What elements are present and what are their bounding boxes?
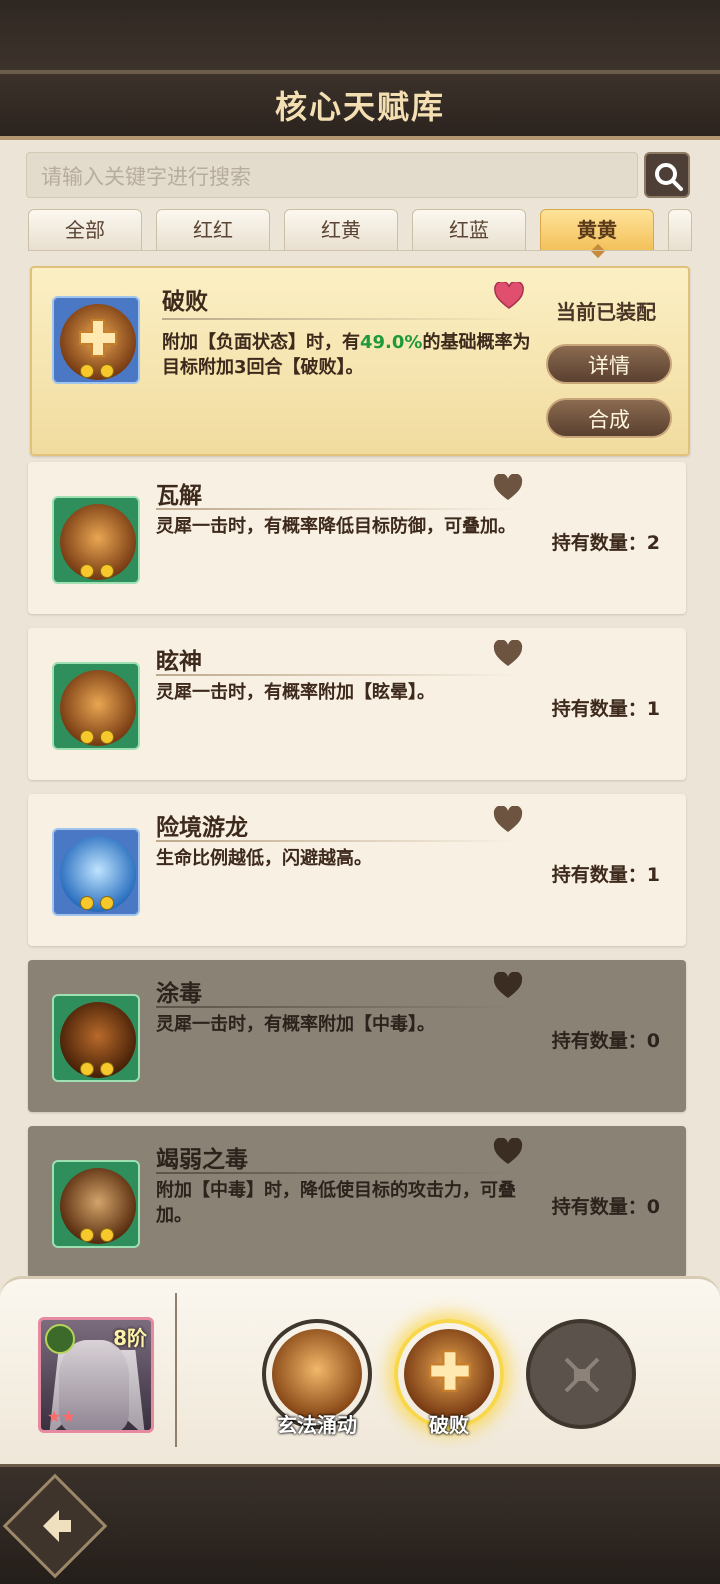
search-button[interactable] <box>644 152 690 198</box>
talent-name: 险境游龙 <box>156 815 248 841</box>
hero-portrait[interactable]: 8阶 ★★ <box>38 1317 154 1433</box>
owned-count: 持有数量：2 <box>551 532 660 554</box>
name-underline <box>156 1172 516 1174</box>
page-title: 核心天赋库 <box>274 88 445 126</box>
talent-description: 生命比例越低，闪避越高。 <box>156 848 372 869</box>
heart-icon[interactable] <box>493 474 523 502</box>
title-underline <box>0 136 720 140</box>
talent-description: 灵犀一击时，有概率降低目标防御，可叠加。 <box>156 516 516 537</box>
name-underline <box>156 1006 516 1008</box>
talent-name: 眩神 <box>156 649 202 675</box>
talent-icon-xuanshen <box>52 662 140 750</box>
combine-button[interactable]: 合成 <box>546 398 672 438</box>
tab-red-red[interactable]: 红红 <box>156 209 270 251</box>
talent-card-selected[interactable]: 破败 附加【负面状态】时，有49.0%的基础概率为目标附加3回合【破败】。 当前… <box>30 266 690 456</box>
heart-icon[interactable] <box>493 806 523 834</box>
top-header: 核心天赋库 <box>0 0 720 140</box>
owned-count: 持有数量：1 <box>551 864 660 886</box>
slot-label: 玄法涌动 <box>277 1413 357 1437</box>
talent-description: 附加【负面状态】时，有49.0%的基础概率为目标附加3回合【破败】。 <box>162 330 532 380</box>
talent-name: 涂毒 <box>156 981 202 1007</box>
heart-icon[interactable] <box>493 1138 523 1166</box>
equip-panel: 8阶 ★★ 玄法涌动 破败 <box>0 1276 720 1464</box>
tab-all[interactable]: 全部 <box>28 209 142 251</box>
cross-icon <box>79 319 117 357</box>
talent-icon-wajie <box>52 496 140 584</box>
search-icon <box>655 163 683 191</box>
detail-button[interactable]: 详情 <box>546 344 672 384</box>
talent-name: 竭弱之毒 <box>156 1147 248 1173</box>
name-underline <box>162 318 522 320</box>
talent-description: 灵犀一击时，有概率附加【中毒】。 <box>156 1014 435 1035</box>
talent-description: 灵犀一击时，有概率附加【眩晕】。 <box>156 682 435 703</box>
back-arrow-icon <box>43 1510 71 1542</box>
tabs-divider <box>28 250 692 251</box>
desc-part-1: 附加【负面状态】时，有 <box>162 332 360 353</box>
talent-name: 破败 <box>162 289 208 315</box>
talent-slot-3-locked[interactable] <box>526 1319 636 1429</box>
hero-stars: ★★ <box>47 1407 76 1426</box>
talent-description: 附加【中毒】时，降低使目标的攻击力，可叠加。 <box>156 1180 516 1226</box>
talent-card[interactable]: 瓦解 灵犀一击时，有概率降低目标防御，可叠加。 持有数量：2 <box>28 462 686 614</box>
hero-rank: 8阶 <box>113 1326 147 1350</box>
talent-icon-xianjing <box>52 828 140 916</box>
owned-count: 持有数量：0 <box>551 1030 660 1052</box>
owned-count: 持有数量：1 <box>551 698 660 720</box>
equipped-status: 当前已装配 <box>556 300 656 324</box>
bottom-bar <box>0 1464 720 1584</box>
slot-label: 破败 <box>429 1413 469 1437</box>
talent-card[interactable]: 眩神 灵犀一击时，有概率附加【眩晕】。 持有数量：1 <box>28 628 686 780</box>
talent-name: 瓦解 <box>156 483 202 509</box>
eye-icon <box>45 1324 75 1354</box>
owned-count: 持有数量：0 <box>551 1196 660 1218</box>
cross-icon <box>429 1350 471 1392</box>
talent-icon-jieruo <box>52 1160 140 1248</box>
talent-icon-tudu <box>52 994 140 1082</box>
search-input[interactable]: 请输入关键字进行搜索 <box>26 152 638 198</box>
desc-chance: 49.0% <box>360 332 423 353</box>
name-underline <box>156 674 516 676</box>
name-underline <box>156 508 516 510</box>
tab-red-yellow[interactable]: 红黄 <box>284 209 398 251</box>
panel-divider <box>175 1293 177 1447</box>
talent-icon-pobai <box>52 296 140 384</box>
talent-card[interactable]: 险境游龙 生命比例越低，闪避越高。 持有数量：1 <box>28 794 686 946</box>
name-underline <box>156 840 516 842</box>
lock-icon <box>564 1357 600 1393</box>
talent-card-unowned[interactable]: 涂毒 灵犀一击时，有概率附加【中毒】。 持有数量：0 <box>28 960 686 1112</box>
back-button[interactable] <box>2 1473 108 1579</box>
tab-yellow-yellow[interactable]: 黄黄 <box>540 209 654 251</box>
heart-icon[interactable] <box>493 640 523 668</box>
talent-card-unowned[interactable]: 竭弱之毒 附加【中毒】时，降低使目标的攻击力，可叠加。 持有数量：0 <box>28 1126 686 1278</box>
heart-icon[interactable] <box>494 282 524 310</box>
tab-red-blue[interactable]: 红蓝 <box>412 209 526 251</box>
tab-more[interactable] <box>668 209 692 251</box>
heart-icon[interactable] <box>493 972 523 1000</box>
header-divider <box>0 70 720 74</box>
